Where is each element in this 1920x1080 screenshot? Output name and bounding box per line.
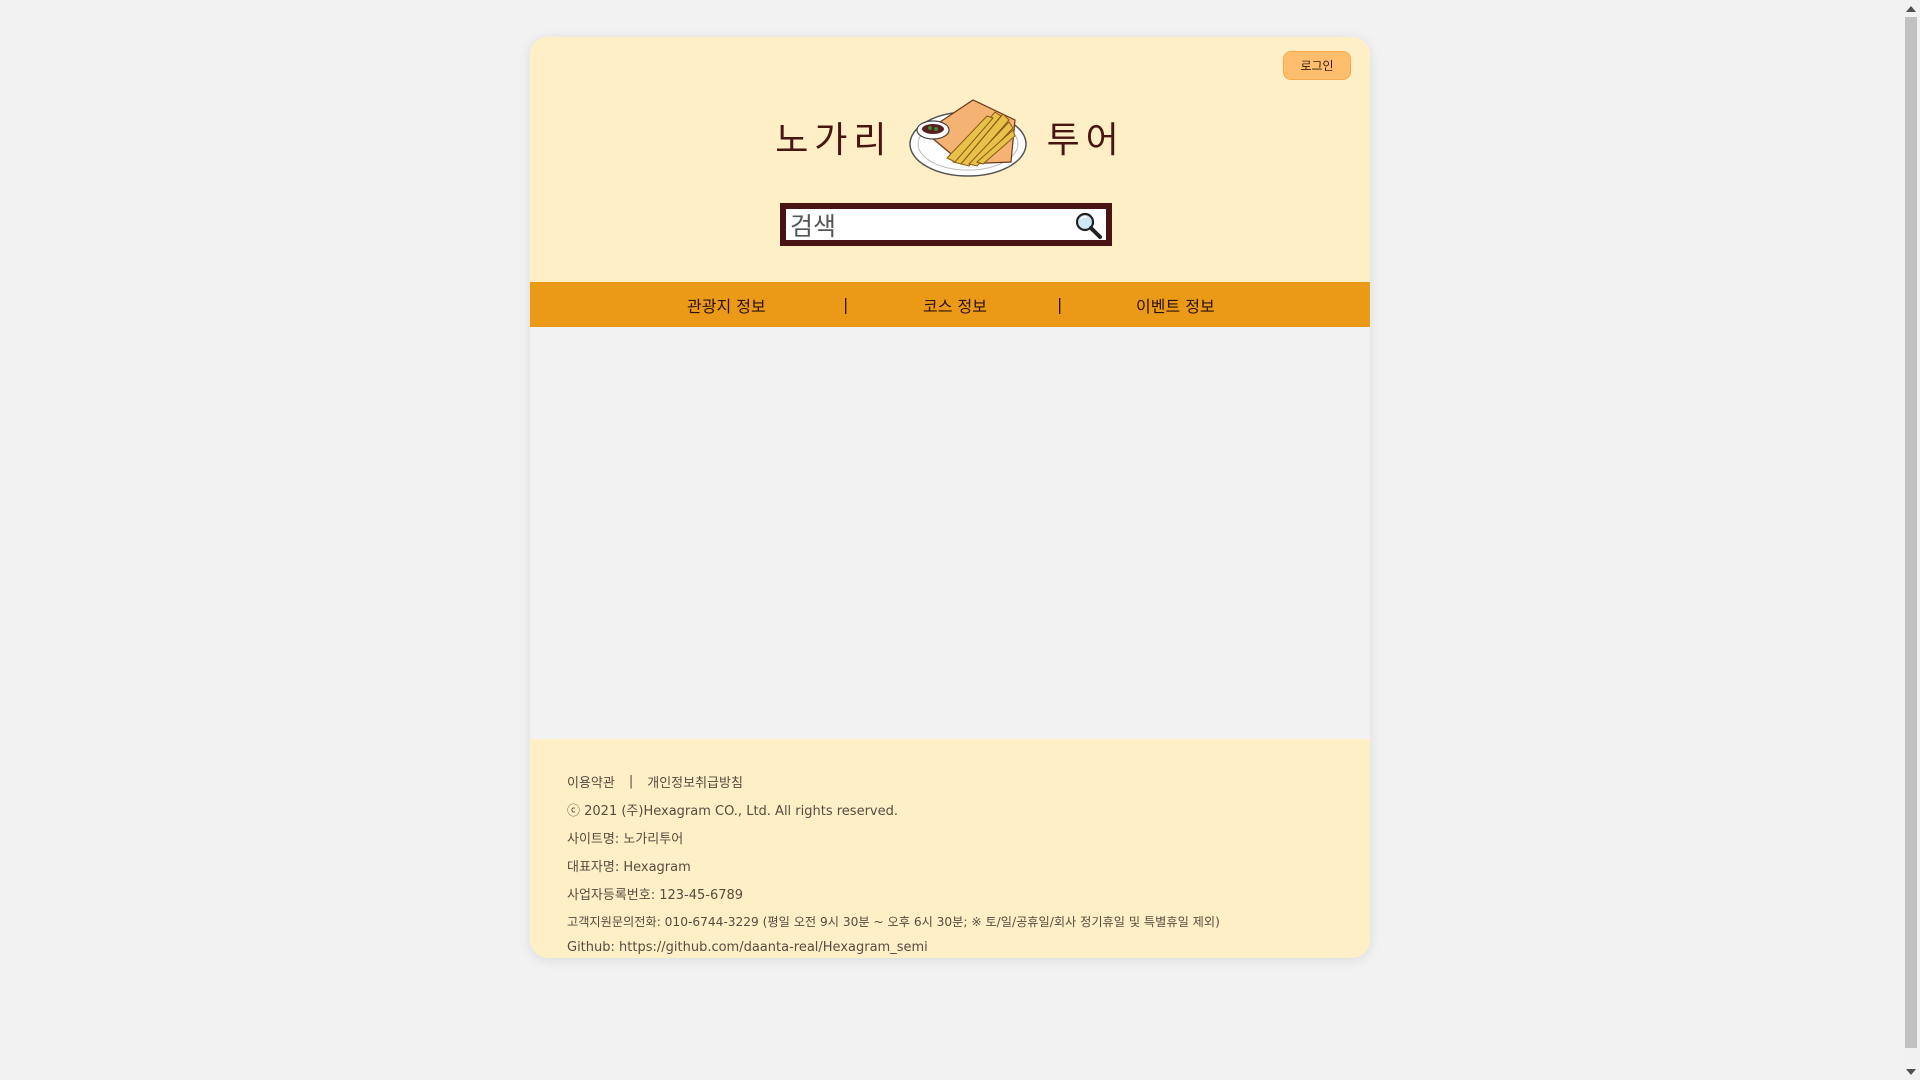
search-box [780, 203, 1112, 246]
nav-item-courses[interactable]: 코스 정보 [923, 282, 987, 327]
vertical-scrollbar[interactable] [1902, 0, 1920, 1080]
main-card: 로그인 노가리 투어 검색 관광지 정보 | 코스 정보 | 이벤트 정보 이용… [530, 37, 1370, 958]
scroll-up-arrow-icon[interactable] [1902, 0, 1920, 17]
login-button[interactable]: 로그인 [1283, 51, 1351, 80]
site-footer: 이용약관 | 개인정보취급방침 ⓒ 2021 (주)Hexagram CO., … [530, 739, 1370, 958]
site-logo[interactable]: 노가리 투어 [530, 87, 1370, 187]
logo-text-left: 노가리 [775, 120, 893, 161]
footer-copyright: ⓒ 2021 (주)Hexagram CO., Ltd. All rights … [567, 804, 898, 819]
magnifier-icon [1075, 212, 1102, 239]
nav-item-events[interactable]: 이벤트 정보 [1136, 282, 1215, 327]
nav-separator: | [843, 295, 849, 314]
footer-github[interactable]: Github: https://github.com/daanta-real/H… [567, 940, 928, 955]
terms-link[interactable]: 이용약관 [567, 772, 615, 791]
main-nav: 관광지 정보 | 코스 정보 | 이벤트 정보 [530, 282, 1370, 327]
footer-support-phone: 고객지원문의전화: 010-6744-3229 (평일 오전 9시 30분 ~ … [567, 915, 1220, 929]
search-input[interactable] [790, 211, 1070, 241]
site-header: 로그인 노가리 투어 검색 [530, 37, 1370, 282]
footer-representative: 대표자명: Hexagram [567, 860, 691, 875]
scroll-down-arrow-icon[interactable] [1902, 1063, 1920, 1080]
dried-fish-plate-icon [908, 99, 1027, 177]
footer-site-name: 사이트명: 노가리투어 [567, 832, 684, 847]
footer-links: 이용약관 | 개인정보취급방침 [567, 772, 743, 791]
main-content [530, 327, 1370, 739]
nav-separator: | [1057, 295, 1063, 314]
footer-business-number: 사업자등록번호: 123-45-6789 [567, 888, 744, 903]
scroll-thumb[interactable] [1905, 17, 1917, 1048]
page: 로그인 노가리 투어 검색 관광지 정보 | 코스 정보 | 이벤트 정보 이용… [0, 0, 1902, 1080]
search-button[interactable] [1072, 210, 1104, 240]
privacy-policy-link[interactable]: 개인정보취급방침 [647, 772, 743, 791]
footer-link-separator: | [628, 774, 634, 789]
logo-text-right: 투어 [1046, 120, 1125, 161]
nav-item-attractions[interactable]: 관광지 정보 [687, 282, 766, 327]
